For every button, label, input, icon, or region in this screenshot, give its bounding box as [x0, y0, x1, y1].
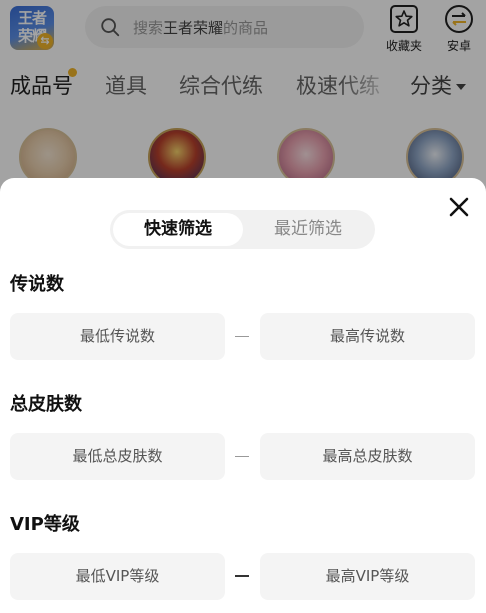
range-separator	[235, 336, 249, 337]
min-vip-input[interactable]: 最低VIP等级	[10, 553, 225, 600]
section-title-legend-count: 传说数	[10, 274, 64, 295]
max-skin-input[interactable]: 最高总皮肤数	[260, 433, 475, 480]
tab-recent-filter[interactable]: 最近筛选	[243, 213, 373, 246]
min-skin-input[interactable]: 最低总皮肤数	[10, 433, 225, 480]
filter-sheet: 快速筛选 最近筛选 传说数 最低传说数 最高传说数 总皮肤数 最低总皮肤数 最高…	[0, 178, 486, 613]
min-legend-input[interactable]: 最低传说数	[10, 313, 225, 360]
filter-mode-switch: 快速筛选 最近筛选	[110, 210, 375, 249]
max-vip-input[interactable]: 最高VIP等级	[260, 553, 475, 600]
max-legend-input[interactable]: 最高传说数	[260, 313, 475, 360]
section-title-skin-count: 总皮肤数	[10, 394, 82, 415]
range-separator	[235, 575, 249, 577]
close-icon[interactable]	[444, 192, 474, 222]
range-separator	[235, 456, 249, 457]
tab-quick-filter[interactable]: 快速筛选	[113, 213, 243, 246]
section-title-vip-level: VIP等级	[10, 514, 80, 535]
